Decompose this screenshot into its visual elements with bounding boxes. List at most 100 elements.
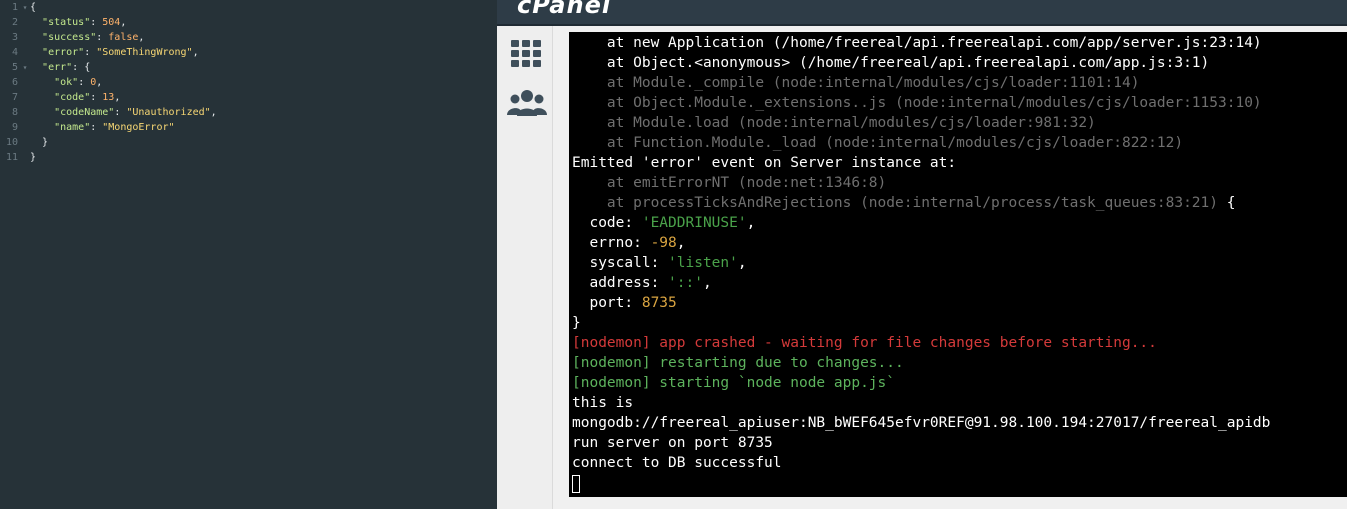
terminal-line: connect to DB successful [572,453,782,473]
editor-line: 3 "success": false, [0,30,497,45]
fold-arrow-icon[interactable]: ▾ [20,0,30,15]
line-code: "err": { [30,62,90,73]
code-token: : { [72,62,91,73]
terminal-line: at Object.<anonymous> (/home/freereal/ap… [572,53,1209,73]
line-number: 10 [5,137,18,148]
line-code: } [30,152,36,163]
line-number: 5 [11,62,18,73]
cpanel-logo[interactable]: cPanel [517,0,611,19]
terminal-text: errno: [572,235,651,251]
code-token: "MongoError" [102,122,175,133]
grid-icon[interactable] [509,36,543,70]
terminal-text: at new Application (/home/freereal/api.f… [572,35,1262,51]
terminal-text: 'EADDRINUSE' [641,215,747,231]
editor-line: 4 "error": "SomeThingWrong", [0,45,497,60]
line-number: 8 [11,107,18,118]
code-token: "ok" [54,77,79,88]
terminal-text: , [737,255,747,271]
terminal-line: at emitErrorNT (node:net:1346:8) [572,173,886,193]
terminal-text: } [572,315,581,331]
editor-line: 6 "ok": 0, [0,75,497,90]
line-code: "error": "SomeThingWrong", [30,47,199,58]
code-token: 13 [102,92,115,103]
terminal-text: port: [572,295,642,311]
terminal-line: port: 8735 [572,293,676,313]
terminal-text: , [702,275,712,291]
terminal-line: this is [572,393,633,413]
code-token: , [210,107,217,118]
terminal-text: syscall: [572,255,669,271]
cpanel-sidebar [497,26,553,509]
terminal-line: at processTicksAndRejections (node:inter… [572,193,1236,213]
code-token: { [30,2,37,13]
terminal-text: -98 [650,235,677,251]
terminal-text: , [746,215,756,231]
line-number: 4 [11,47,18,58]
terminal-line: mongodb://freereal_apiuser:NB_bWEF645efv… [572,413,1270,433]
terminal-line: run server on port 8735 [572,433,773,453]
code-token: : [114,107,127,118]
cpanel-header: cPanel [497,0,1347,26]
code-token: : [90,17,103,28]
cpanel-window: cPanel at new Application (/home/freerea… [497,0,1347,509]
terminal-text: 'listen' [668,255,738,271]
terminal-text: address: [572,275,669,291]
editor-line: 11} [0,150,497,165]
users-icon[interactable] [507,86,547,120]
terminal-text: at Module.load (node:internal/modules/cj… [572,115,1096,131]
line-number: 3 [11,32,18,43]
json-response-editor[interactable]: 1 ▾{2 "status": 504, 3 "success": false, 4 … [0,0,497,509]
terminal-text: at Object.Module._extensions..js (node:i… [572,95,1262,111]
line-code: "codeName": "Unauthorized", [30,107,217,118]
line-code: "status": 504, [30,17,126,28]
code-token: 504 [102,17,121,28]
line-number: 11 [5,152,18,163]
terminal-line: } [572,313,581,333]
terminal-line: errno: -98, [572,233,685,253]
fold-arrow-icon[interactable]: ▾ [20,60,30,75]
terminal-text: run server on port 8735 [572,435,773,451]
terminal-text: [nodemon] restarting due to changes... [572,355,904,371]
code-token: , [114,92,121,103]
editor-line: 7 "code": 13, [0,90,497,105]
terminal-text: [nodemon] app crashed - waiting for file… [572,335,1157,351]
line-number: 1 [11,2,18,13]
terminal-line: address: '::', [572,273,712,293]
terminal-line: code: 'EADDRINUSE', [572,213,755,233]
code-token: : [78,77,91,88]
terminal-text: [nodemon] starting `node node app.js` [572,375,896,391]
code-token: "SomeThingWrong" [96,47,193,58]
terminal-text: '::' [668,275,703,291]
line-code: { [30,2,36,13]
code-token: "status" [42,17,91,28]
code-token: , [96,77,103,88]
code-token: "codeName" [54,107,115,118]
terminal-text: at Module._compile (node:internal/module… [572,75,1140,91]
terminal-text: Emitted 'error' event on Server instance… [572,155,957,171]
terminal-text: at Object.<anonymous> (/home/freereal/ap… [572,55,1210,71]
editor-line: 8 "codeName": "Unauthorized", [0,105,497,120]
terminal-text: mongodb://freereal_apiuser:NB_bWEF645efv… [572,415,1271,431]
editor-line: 5 ▾ "err": { [0,60,497,75]
line-code: "ok": 0, [30,77,102,88]
terminal-text: this is [572,395,634,411]
line-code: "success": false, [30,32,144,43]
line-code: } [30,137,48,148]
terminal-text: at processTicksAndRejections (node:inter… [572,195,1219,211]
terminal-line: at Module._compile (node:internal/module… [572,73,1140,93]
code-token: "name" [54,122,91,133]
terminal-console[interactable]: at new Application (/home/freereal/api.f… [569,32,1347,497]
terminal-line: at new Application (/home/freereal/api.f… [572,33,1262,53]
code-token: false [108,32,139,43]
terminal-line: syscall: 'listen', [572,253,747,273]
terminal-line: [nodemon] app crashed - waiting for file… [572,333,1157,353]
code-token: "success" [42,32,97,43]
code-token: } [30,137,49,148]
terminal-line: [nodemon] starting `node node app.js` [572,373,895,393]
